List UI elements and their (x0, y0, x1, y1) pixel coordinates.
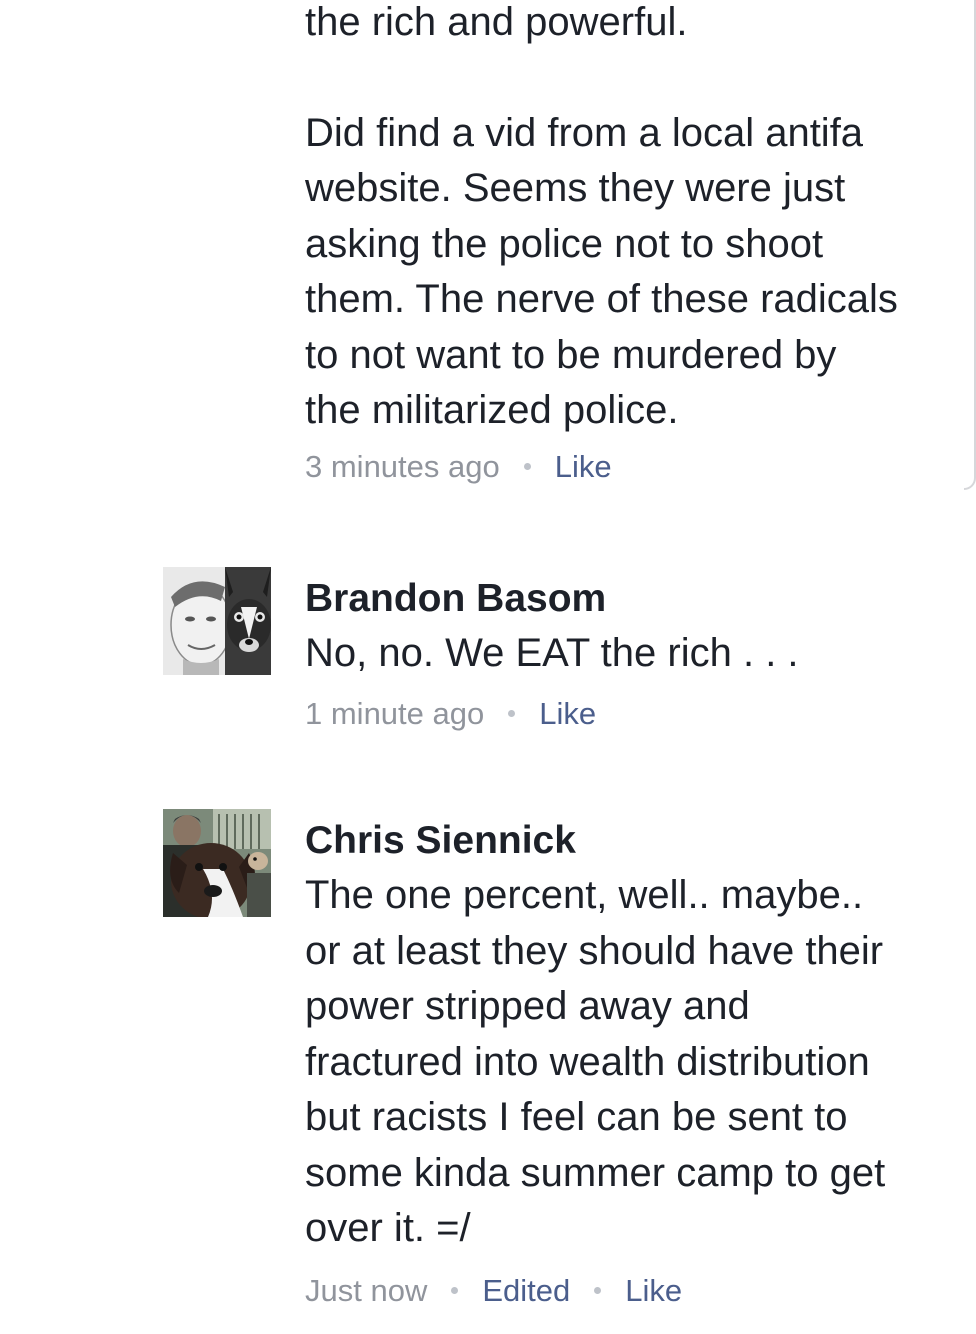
comment-timestamp: 3 minutes ago (305, 448, 500, 484)
comment-text: The one percent, well.. maybe.. or at le… (305, 873, 886, 1250)
avatar[interactable] (163, 567, 271, 675)
user-avatar-icon (163, 567, 271, 675)
comment-timestamp: Just now (305, 1272, 428, 1308)
comment-meta: 1 minute ago Like (305, 694, 955, 734)
separator-dot (451, 1287, 459, 1294)
comment-meta: Just now Edited Like (305, 1271, 955, 1311)
comment-thread: the rich and powerful. Did find a vid fr… (0, 0, 976, 1334)
edited-link[interactable]: Edited (482, 1271, 570, 1311)
like-button[interactable]: Like (539, 694, 596, 734)
separator-dot (523, 463, 531, 470)
comment-meta: 3 minutes ago Like (305, 447, 955, 487)
like-button[interactable]: Like (555, 447, 612, 487)
comment-timestamp: 1 minute ago (305, 695, 485, 731)
comment-text: Did find a vid from a local antifa websi… (305, 110, 898, 433)
avatar[interactable] (163, 809, 271, 917)
comment-text: the rich and powerful. (305, 0, 688, 44)
comment-author[interactable]: Brandon Basom (305, 572, 955, 626)
like-button[interactable]: Like (625, 1271, 682, 1311)
user-avatar-icon (163, 809, 271, 917)
separator-dot (594, 1287, 602, 1294)
comment-author[interactable]: Chris Siennick (305, 814, 955, 868)
comment-text: No, no. We EAT the rich . . . (305, 631, 799, 675)
scroll-edge (964, 0, 976, 490)
separator-dot (508, 710, 516, 717)
